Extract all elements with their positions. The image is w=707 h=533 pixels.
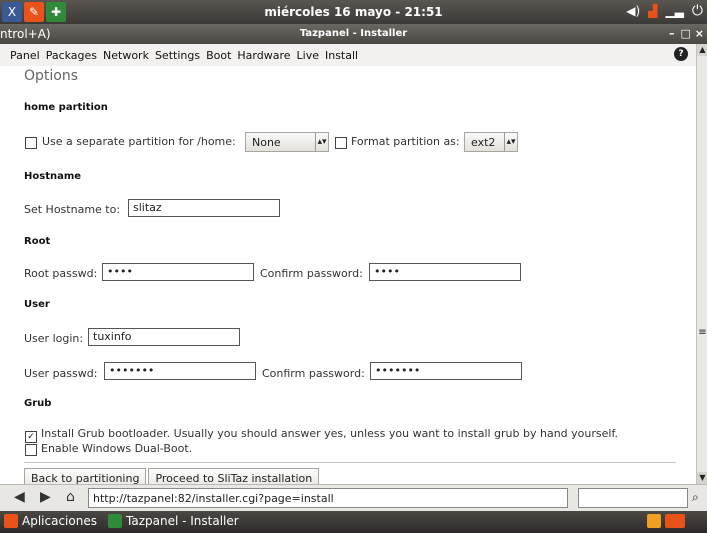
vertical-scrollbar[interactable]: ▲ ≡ ▼	[696, 44, 707, 484]
forward-arrow-icon[interactable]: ▶	[40, 489, 51, 505]
root-passwd-label: Root passwd:	[24, 267, 98, 280]
format-type-value: ext2	[471, 136, 496, 149]
applications-menu[interactable]: Aplicaciones	[4, 514, 97, 528]
window-titlebar: ntrol+A) Tazpanel - Installer – □ ×	[0, 24, 707, 44]
separate-home-checkbox[interactable]	[25, 137, 37, 152]
dual-boot-checkbox[interactable]	[25, 444, 37, 459]
home-partition-heading: home partition	[24, 102, 108, 113]
root-passwd-input[interactable]: ••••	[102, 263, 254, 281]
menubar: Panel Packages Network Settings Boot Har…	[0, 44, 696, 67]
hostname-input[interactable]: slitaz	[128, 199, 280, 217]
root-confirm-input[interactable]: ••••	[369, 263, 521, 281]
select-arrow-icon: ▴▾	[315, 133, 328, 151]
desktop-switcher-icon[interactable]	[665, 514, 685, 528]
format-partition-label: Format partition as:	[351, 135, 460, 148]
power-icon[interactable]: ⏻	[692, 3, 703, 19]
search-icon[interactable]: ⌕	[692, 490, 699, 505]
proceed-installation-button[interactable]: Proceed to SliTaz installation	[148, 468, 320, 484]
tazpanel-task-icon	[108, 514, 122, 528]
hostname-label: Set Hostname to:	[24, 203, 121, 216]
hostname-heading: Hostname	[24, 171, 82, 182]
network-icon[interactable]: ▟	[648, 4, 657, 18]
menu-item-hardware[interactable]: Hardware	[237, 49, 290, 62]
back-arrow-icon[interactable]: ◀	[14, 489, 25, 505]
system-tray: ◀) ▟ ▁▃ ⏻	[626, 3, 703, 19]
home-partition-select[interactable]: None ▴▾	[245, 132, 329, 152]
install-grub-checkbox[interactable]: ✓	[25, 429, 37, 443]
scroll-grip-icon[interactable]: ≡	[698, 328, 707, 338]
home-icon[interactable]: ⌂	[66, 489, 75, 505]
options-heading: Options	[24, 68, 79, 84]
menu-item-network[interactable]: Network	[103, 49, 149, 62]
dual-boot-label: Enable Windows Dual-Boot.	[41, 442, 193, 455]
minimize-button[interactable]: –	[669, 27, 675, 40]
search-input[interactable]	[578, 488, 688, 508]
divider	[24, 462, 676, 463]
user-login-input[interactable]: tuxinfo	[88, 328, 240, 346]
root-confirm-label: Confirm password:	[260, 267, 363, 280]
user-login-label: User login:	[24, 332, 84, 345]
installer-content: Options home partition Use a separate pa…	[0, 66, 696, 484]
format-partition-checkbox[interactable]	[335, 137, 347, 152]
user-heading: User	[24, 299, 50, 310]
grub-heading: Grub	[24, 398, 52, 409]
scroll-up-icon[interactable]: ▲	[697, 44, 707, 56]
scroll-down-icon[interactable]: ▼	[697, 472, 707, 484]
task-label: Tazpanel - Installer	[126, 514, 239, 528]
applications-label: Aplicaciones	[22, 514, 97, 528]
window-controls: – □ ×	[669, 27, 704, 40]
task-tazpanel[interactable]: Tazpanel - Installer	[108, 514, 239, 528]
root-heading: Root	[24, 236, 51, 247]
format-type-select[interactable]: ext2 ▴▾	[464, 132, 518, 152]
install-grub-label: Install Grub bootloader. Usually you sho…	[41, 427, 619, 440]
top-panel: X ✎ ✚ miércoles 16 mayo - 21:51 ◀) ▟ ▁▃ …	[0, 0, 707, 24]
menu-item-settings[interactable]: Settings	[155, 49, 200, 62]
applications-icon	[4, 514, 18, 528]
volume-icon[interactable]: ◀)	[626, 4, 640, 18]
select-arrow-icon: ▴▾	[504, 133, 517, 151]
menu-item-install[interactable]: Install	[325, 49, 358, 62]
back-to-partitioning-button[interactable]: Back to partitioning	[24, 468, 147, 484]
home-partition-value: None	[252, 136, 281, 149]
button-row: Back to partitioning Proceed to SliTaz i…	[24, 468, 320, 484]
address-toolbar: ◀ ▶ ⌂ http://tazpanel:82/installer.cgi?p…	[0, 484, 707, 512]
menu-items: Panel Packages Network Settings Boot Har…	[10, 49, 358, 62]
help-icon[interactable]: ?	[674, 47, 688, 61]
close-button[interactable]: □ ×	[681, 27, 704, 40]
menu-item-boot[interactable]: Boot	[206, 49, 231, 62]
menu-item-packages[interactable]: Packages	[46, 49, 97, 62]
user-passwd-label: User passwd:	[24, 367, 98, 380]
menu-item-live[interactable]: Live	[297, 49, 319, 62]
user-confirm-label: Confirm password:	[262, 367, 365, 380]
taskbar-right	[647, 514, 685, 528]
workspace-icon[interactable]	[647, 514, 661, 528]
separate-home-label: Use a separate partition for /home:	[42, 135, 236, 148]
clock[interactable]: miércoles 16 mayo - 21:51	[0, 5, 707, 19]
menu-item-panel[interactable]: Panel	[10, 49, 40, 62]
taskbar: Aplicaciones Tazpanel - Installer	[0, 511, 707, 533]
user-passwd-input[interactable]: •••••••	[104, 362, 256, 380]
user-confirm-input[interactable]: •••••••	[370, 362, 522, 380]
battery-icon[interactable]: ▁▃	[665, 4, 683, 18]
url-input[interactable]: http://tazpanel:82/installer.cgi?page=in…	[88, 488, 568, 508]
window-title: Tazpanel - Installer	[299, 28, 408, 39]
